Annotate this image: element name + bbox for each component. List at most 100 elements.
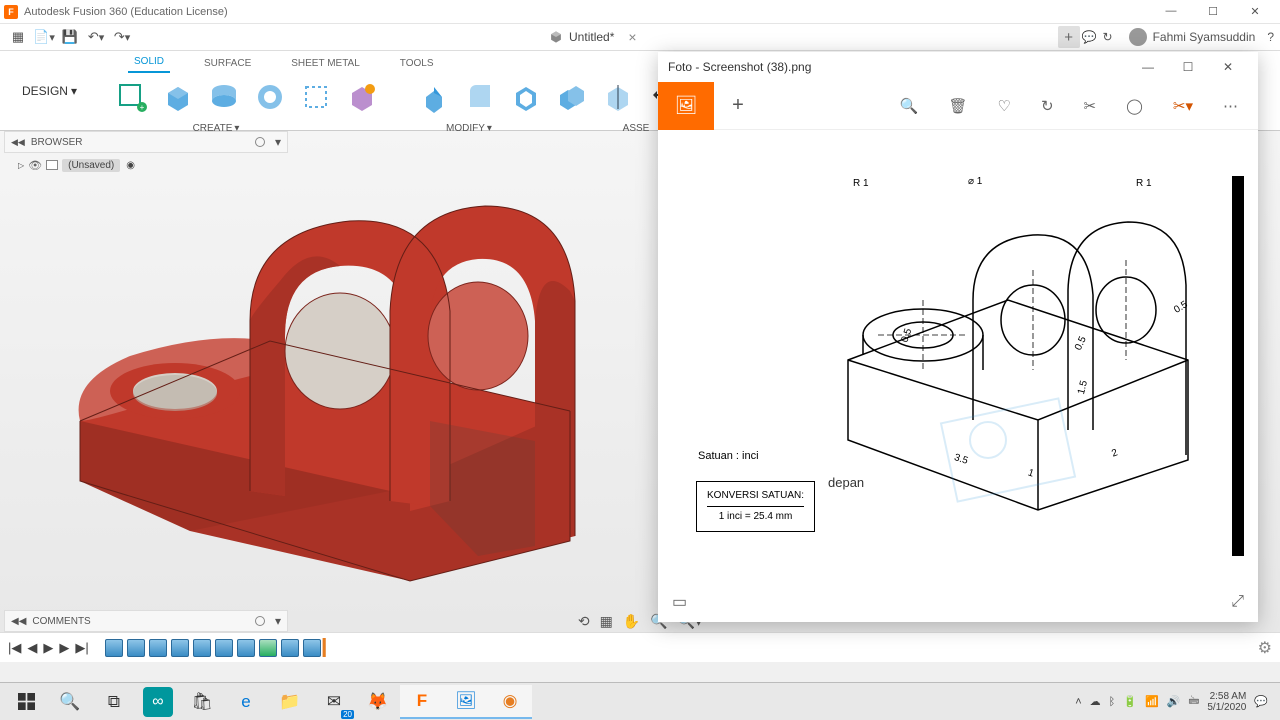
fusion-taskbar-button[interactable]: F (400, 685, 444, 719)
filmstrip-icon[interactable]: ▭ (672, 592, 687, 612)
timeline-step[interactable] (237, 639, 255, 657)
photos-close-button[interactable]: ✕ (1208, 60, 1248, 74)
collection-thumb-button[interactable]: 🖼 (658, 82, 714, 130)
workspace-switcher[interactable]: DESIGN▾ (0, 51, 100, 130)
search-visual-icon[interactable]: ◯ (1126, 97, 1143, 115)
timeline-step[interactable] (259, 639, 277, 657)
task-view-button[interactable]: ⧉ (92, 685, 136, 719)
firefox-button[interactable]: 🦊 (356, 685, 400, 719)
close-tab-button[interactable]: × (628, 29, 636, 45)
eye-icon[interactable]: 👁 (28, 159, 42, 172)
timeline-play-button[interactable]: ▶ (43, 640, 53, 656)
tab-sheet-metal[interactable]: SHEET METAL (285, 54, 366, 73)
document-tab[interactable]: Untitled* × (549, 29, 637, 45)
sweep-tool[interactable] (252, 79, 288, 115)
pan-icon[interactable]: ✋ (623, 613, 640, 630)
timeline-step[interactable] (281, 639, 299, 657)
timeline-step[interactable] (171, 639, 189, 657)
mail-button[interactable]: ✉20 (312, 685, 356, 719)
tab-surface[interactable]: SURFACE (198, 54, 257, 73)
orbit-icon[interactable]: ⟲ (578, 613, 590, 630)
maximize-button[interactable]: ☐ (1192, 5, 1234, 18)
close-button[interactable]: ✕ (1234, 5, 1276, 18)
collapse-icon[interactable]: ◀◀ (11, 616, 26, 627)
search-button[interactable]: 🔍 (48, 685, 92, 719)
timeline-end-button[interactable]: ▶| (75, 640, 88, 656)
tab-tools[interactable]: TOOLS (394, 54, 440, 73)
timeline-step[interactable] (149, 639, 167, 657)
look-at-icon[interactable]: ▦ (600, 613, 613, 630)
onedrive-icon[interactable]: ☁ (1090, 695, 1101, 708)
visibility-dot-icon[interactable] (255, 616, 265, 626)
revolve-tool[interactable] (206, 79, 242, 115)
edit-icon[interactable]: ✂▾ (1173, 97, 1193, 115)
redo-button[interactable]: ↷▾ (110, 26, 134, 48)
fillet-tool[interactable] (462, 79, 498, 115)
timeline-start-button[interactable]: |◀ (8, 640, 21, 656)
timeline-step[interactable] (127, 639, 145, 657)
clock[interactable]: 2:58 AM 5/1/2020 (1207, 691, 1246, 713)
new-tab-button[interactable]: + (1058, 26, 1080, 48)
split-tool[interactable] (600, 79, 636, 115)
crop-icon[interactable]: ✂ (1084, 97, 1097, 115)
box-tool[interactable] (344, 79, 380, 115)
collapse-icon[interactable]: ◀◀ (11, 137, 25, 148)
help-icon[interactable]: ? (1267, 30, 1274, 44)
expand-icon[interactable]: ▷ (18, 161, 24, 170)
favorite-icon[interactable]: ♡ (997, 97, 1010, 115)
job-status-icon[interactable]: ↻ (1103, 30, 1113, 44)
rotate-icon[interactable]: ↻ (1041, 97, 1054, 115)
photos-taskbar-button[interactable]: 🖼 (444, 685, 488, 719)
extrude-tool[interactable] (160, 79, 196, 115)
explorer-button[interactable]: 📁 (268, 685, 312, 719)
delete-icon[interactable]: 🗑 (948, 97, 967, 115)
timeline-settings-icon[interactable]: ⚙ (1258, 638, 1272, 658)
photos-canvas[interactable]: R 1 ⌀ 1 R 1 0.5 0.5 0.5 1.5 2 1 3.5 Satu… (658, 130, 1258, 582)
undo-button[interactable]: ↶▾ (84, 26, 108, 48)
timeline-step[interactable] (303, 639, 321, 657)
expand-icon[interactable]: ⤢ (1231, 593, 1244, 611)
timeline-prev-button[interactable]: ◀ (27, 640, 37, 656)
file-menu-button[interactable]: 📄▾ (32, 26, 56, 48)
tray-chevron-icon[interactable]: ˄ (1075, 696, 1081, 708)
radio-icon[interactable]: ◉ (126, 160, 135, 171)
tab-solid[interactable]: SOLID (128, 52, 170, 73)
save-button[interactable]: 💾 (58, 26, 82, 48)
timeline-marker-icon[interactable]: ▎ (323, 638, 335, 658)
data-panel-button[interactable]: ▦ (6, 26, 30, 48)
notifications-icon[interactable]: 💬 (1254, 695, 1268, 708)
photos-maximize-button[interactable]: ☐ (1168, 60, 1208, 74)
volume-icon[interactable]: 🔊 (1167, 695, 1181, 708)
start-button[interactable] (4, 685, 48, 719)
visibility-dot-icon[interactable] (255, 137, 265, 147)
add-to-button[interactable]: + (714, 94, 762, 117)
timeline-next-button[interactable]: ▶ (59, 640, 69, 656)
bluetooth-icon[interactable]: ᛒ (1109, 696, 1116, 708)
timeline-step[interactable] (105, 639, 123, 657)
more-icon[interactable]: ⋯ (1223, 97, 1238, 115)
photos-titlebar[interactable]: Foto - Screenshot (38).png — ☐ ✕ (658, 52, 1258, 82)
wifi-icon[interactable]: 📶 (1145, 695, 1159, 708)
zoom-icon[interactable]: 🔍 (900, 97, 919, 115)
loft-tool[interactable] (298, 79, 334, 115)
battery-icon[interactable]: 🔋 (1123, 695, 1137, 708)
browser-root-node[interactable]: ▷ 👁 (Unsaved) ◉ (4, 155, 288, 175)
timeline-step[interactable] (193, 639, 211, 657)
comments-panel[interactable]: ◀◀ COMMENTS ▾ (4, 610, 288, 632)
store-button[interactable]: 🛍 (180, 685, 224, 719)
app-taskbar-button[interactable]: ◉ (488, 685, 532, 719)
taskbar-app[interactable]: ∞ (143, 687, 173, 717)
settings-dot-icon[interactable]: ▾ (275, 135, 281, 149)
photos-minimize-button[interactable]: — (1128, 60, 1168, 74)
user-menu[interactable]: Fahmi Syamsuddin (1129, 28, 1256, 46)
language-icon[interactable]: 🖮 (1188, 692, 1199, 711)
combine-tool[interactable] (554, 79, 590, 115)
press-pull-tool[interactable] (416, 79, 452, 115)
timeline-step[interactable] (215, 639, 233, 657)
shell-tool[interactable] (508, 79, 544, 115)
browser-header[interactable]: ◀◀ BROWSER ▾ (4, 131, 288, 153)
minimize-button[interactable]: — (1150, 5, 1192, 18)
edge-button[interactable]: e (224, 685, 268, 719)
extensions-icon[interactable]: 💬 (1082, 30, 1097, 44)
sketch-tool[interactable]: + (114, 79, 150, 115)
